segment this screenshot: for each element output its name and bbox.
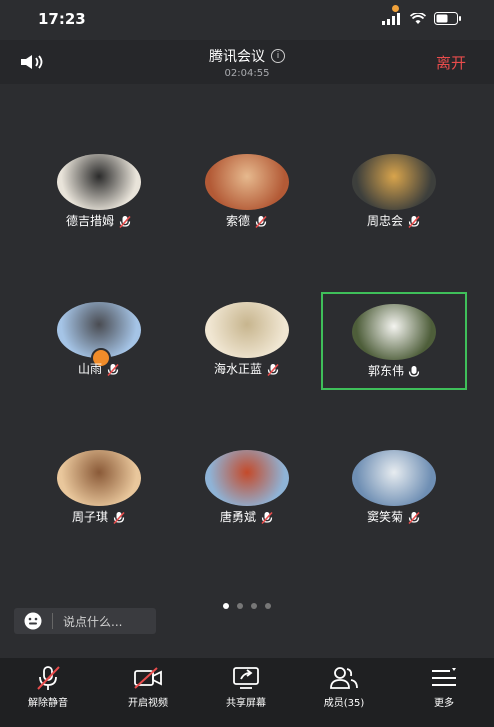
participant-name-row: 山雨 [26, 360, 172, 377]
chat-input[interactable]: 说点什么... [14, 608, 156, 634]
participant-name: 唐勇斌 [219, 510, 256, 524]
participant-name: 索德 [225, 214, 250, 228]
page-dot[interactable] [251, 603, 257, 609]
mic-muted-icon [256, 510, 274, 524]
mic-muted-icon [262, 362, 280, 376]
participant-name: 周忠会 [366, 214, 403, 228]
participant-name-row: 周忠会 [321, 212, 467, 229]
unmute-label: 解除静音 [28, 698, 68, 709]
participant-tile[interactable]: 山雨 [26, 292, 172, 390]
participant-tile[interactable]: 唐勇斌 [174, 440, 320, 538]
status-bar: 17:23 [0, 0, 494, 40]
participant-avatar [57, 154, 141, 210]
participant-avatar [205, 450, 289, 506]
participant-name-row: 索德 [174, 212, 320, 229]
wifi-icon [410, 12, 426, 24]
participant-name-row: 唐勇斌 [174, 508, 320, 525]
members-icon [330, 667, 358, 689]
battery-icon [434, 12, 461, 25]
participant-name: 周子琪 [71, 510, 108, 524]
mic-muted-icon [108, 510, 126, 524]
participant-tile[interactable]: 德吉措姆 [26, 144, 172, 242]
participant-name: 山雨 [77, 362, 102, 376]
bottom-toolbar: 解除静音 开启视频 共享屏幕 成员(35) 更多 [0, 658, 494, 727]
privacy-indicator-icon [392, 5, 399, 12]
more-button[interactable]: 更多 [404, 664, 484, 709]
participant-avatar [352, 450, 436, 506]
participant-name-row: 周子琪 [26, 508, 172, 525]
mic-muted-icon [403, 510, 421, 524]
unmute-button[interactable]: 解除静音 [8, 664, 88, 709]
participant-name: 郭东伟 [367, 364, 404, 378]
participant-name-row: 海水正蓝 [174, 360, 320, 377]
page-dot[interactable] [237, 603, 243, 609]
mic-on-icon [404, 364, 420, 378]
start-video-label: 开启视频 [128, 698, 168, 709]
members-button[interactable]: 成员(35) [304, 664, 384, 709]
mic-muted-icon [403, 214, 421, 228]
leave-button[interactable]: 离开 [436, 52, 466, 73]
status-icons [382, 12, 462, 25]
page-dot[interactable] [223, 603, 229, 609]
more-label: 更多 [434, 698, 454, 709]
participant-tile[interactable]: 索德 [174, 144, 320, 242]
mic-muted-icon [102, 362, 120, 376]
participant-name-row: 郭东伟 [323, 362, 465, 379]
share-screen-icon [233, 667, 259, 689]
meeting-header: 腾讯会议 i 02:04:55 离开 [0, 40, 494, 84]
participant-avatar [352, 154, 436, 210]
meeting-title-block: 腾讯会议 i 02:04:55 [0, 46, 494, 79]
participant-avatar [205, 154, 289, 210]
participant-grid: 德吉措姆 索德 周忠会山雨 海水正蓝 郭东伟周子琪 唐勇斌 窦笑菊 [0, 84, 494, 592]
participant-tile[interactable]: 海水正蓝 [174, 292, 320, 390]
participant-tile[interactable]: 周子琪 [26, 440, 172, 538]
info-icon[interactable]: i [271, 49, 285, 63]
members-label: 成员(35) [323, 698, 365, 709]
participant-avatar [352, 304, 436, 360]
status-time: 17:23 [38, 10, 86, 28]
participant-name-row: 德吉措姆 [26, 212, 172, 229]
mic-muted-icon [114, 214, 132, 228]
participant-avatar [205, 302, 289, 358]
chat-divider [52, 613, 53, 629]
participant-name: 窦笑菊 [366, 510, 403, 524]
participant-avatar [57, 450, 141, 506]
share-screen-button[interactable]: 共享屏幕 [206, 664, 286, 709]
mic-muted-icon [37, 666, 60, 690]
page-dot[interactable] [265, 603, 271, 609]
chat-placeholder: 说点什么... [63, 614, 123, 629]
share-screen-label: 共享屏幕 [226, 698, 266, 709]
participant-name: 海水正蓝 [213, 362, 262, 376]
participant-tile[interactable]: 周忠会 [321, 144, 467, 242]
participant-tile[interactable]: 郭东伟 [321, 292, 467, 390]
meeting-duration: 02:04:55 [224, 68, 270, 79]
mic-muted-icon [250, 214, 268, 228]
participant-tile[interactable]: 窦笑菊 [321, 440, 467, 538]
meeting-title: 腾讯会议 [209, 49, 265, 65]
start-video-button[interactable]: 开启视频 [108, 664, 188, 709]
signal-icon [382, 12, 400, 25]
video-off-icon [134, 667, 162, 689]
emoji-icon[interactable] [24, 612, 42, 630]
participant-name: 德吉措姆 [65, 214, 114, 228]
more-menu-icon [432, 668, 456, 686]
participant-name-row: 窦笑菊 [321, 508, 467, 525]
